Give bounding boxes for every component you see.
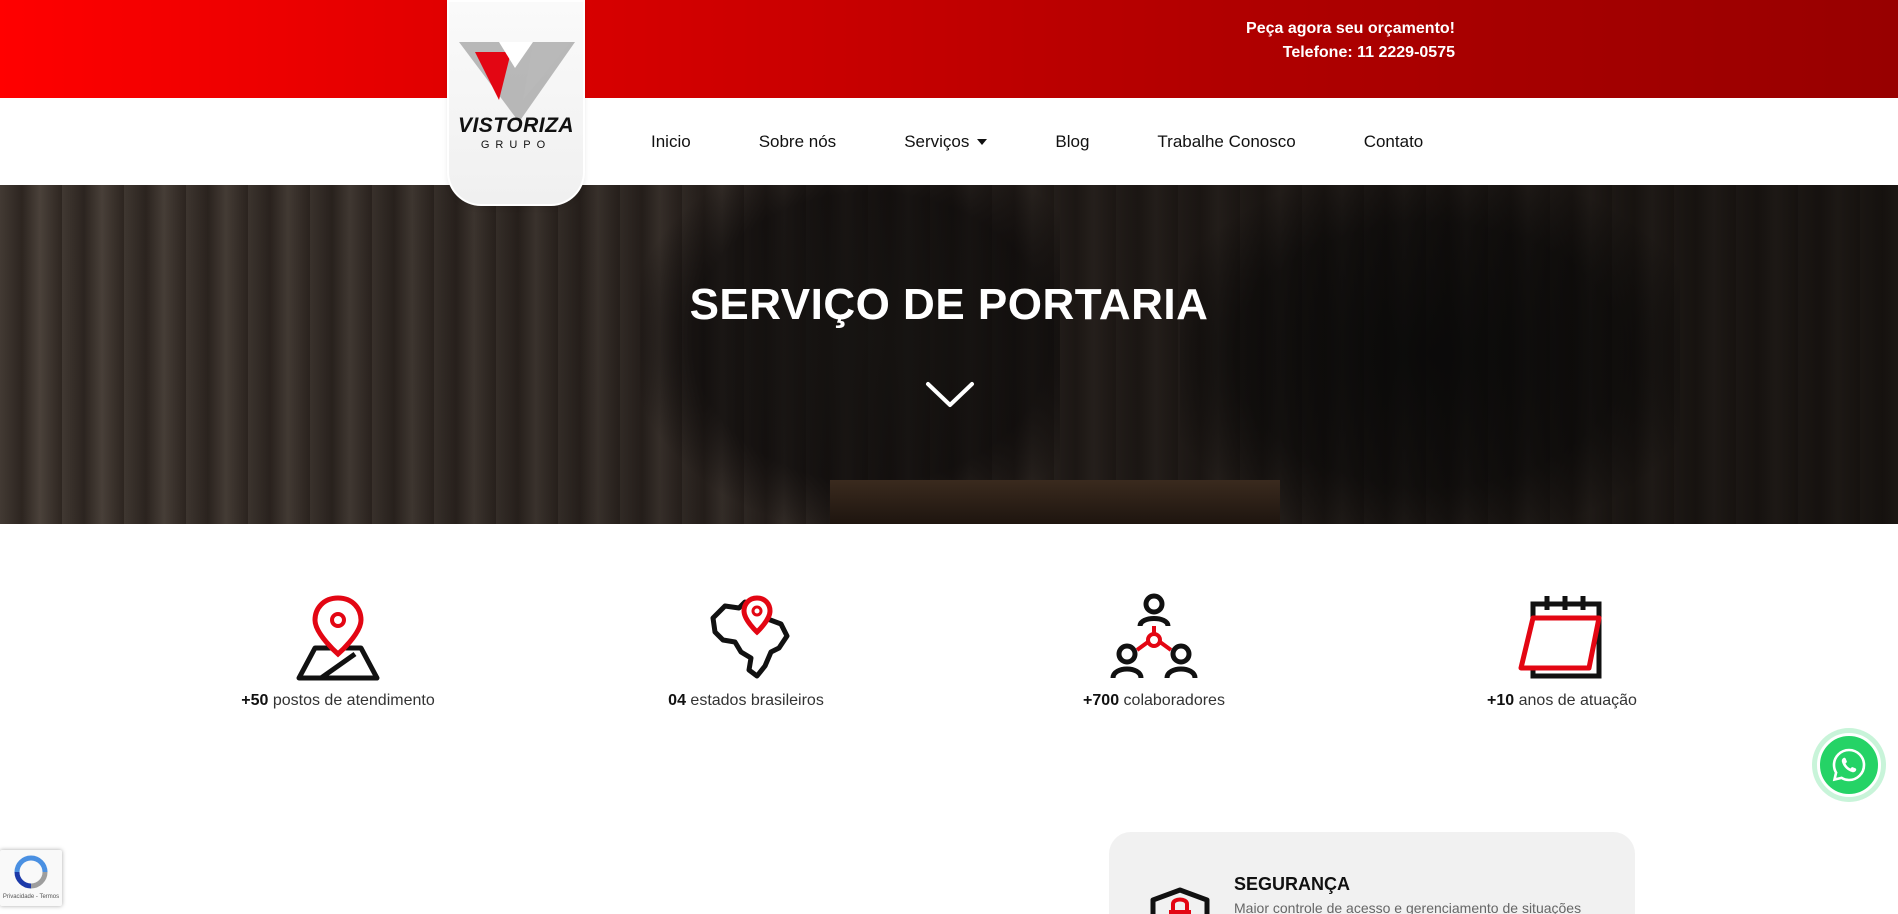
feature-card-seguranca: SEGURANÇA Maior controle de acesso e ger… [1109, 832, 1635, 914]
hero-counter [830, 480, 1280, 524]
quote-cta-line: Peça agora seu orçamento! [1246, 20, 1455, 37]
nav-item-label: Serviços [904, 131, 970, 151]
nav-item-inicio[interactable]: Inicio [651, 132, 691, 152]
nav-item-label: Sobre nós [758, 131, 837, 151]
nav-item-trabalhe-conosco[interactable]: Trabalhe Conosco [1157, 132, 1295, 152]
recaptcha-terms[interactable]: Privacidade - Termos [0, 894, 62, 900]
stat-label: anos de atuação [1514, 692, 1637, 709]
hero-figure [1180, 185, 1680, 524]
stat-text: 04 estados brasileiros [586, 692, 906, 710]
nav-item-servicos[interactable]: Serviços [904, 131, 988, 152]
stat-item: +700 colaboradores [994, 592, 1314, 710]
stat-item: 04 estados brasileiros [586, 592, 906, 710]
shield-lock-icon [1150, 887, 1210, 914]
map-pin-icon [296, 595, 380, 681]
stat-text: +10 anos de atuação [1402, 692, 1722, 710]
stat-item: +10 anos de atuação [1402, 592, 1722, 710]
page-title: SERVIÇO DE PORTARIA [689, 280, 1209, 329]
nav-item-label: Contato [1363, 131, 1424, 151]
feature-description: Maior controle de acesso e gerenciamento… [1234, 900, 1582, 914]
main-navbar: Inicio Sobre nós Serviços Blog Trabalhe … [0, 98, 1898, 185]
nav-item-sobre-nos[interactable]: Sobre nós [759, 132, 837, 152]
logo-wordmark: VISTORIZA [457, 114, 575, 137]
feature-title: SEGURANÇA [1234, 874, 1351, 894]
stat-label: colaboradores [1119, 692, 1225, 709]
hero-banner: SERVIÇO DE PORTARIA [0, 185, 1898, 524]
stat-label: postos de atendimento [268, 692, 435, 709]
stat-text: +50 postos de atendimento [178, 692, 498, 710]
quote-cta: Peça agora seu orçamento! Telefone: 11 2… [1246, 17, 1455, 65]
chevron-down-icon[interactable] [925, 380, 975, 410]
whatsapp-icon [1832, 748, 1866, 782]
phone-number[interactable]: Telefone: 11 2229-0575 [1246, 41, 1455, 65]
calendar-icon [1518, 596, 1602, 679]
top-bar: Peça agora seu orçamento! Telefone: 11 2… [0, 0, 1898, 98]
stat-value: +700 [1083, 692, 1120, 709]
caret-down-icon [977, 138, 988, 145]
recaptcha-icon [14, 855, 48, 889]
logo-subtitle: GRUPO [480, 139, 552, 151]
stat-value: 04 [668, 692, 686, 709]
people-network-icon [1110, 593, 1198, 679]
whatsapp-button-inner [1817, 733, 1881, 797]
hero-figure [640, 185, 1060, 524]
stat-label: estados brasileiros [685, 692, 824, 709]
nav-item-label: Inicio [651, 131, 691, 151]
site-logo[interactable]: VISTORIZA GRUPO [447, 0, 585, 206]
stats-section: +50 postos de atendimento 04 estados bra… [0, 524, 1898, 784]
logo-background: VISTORIZA GRUPO [449, 2, 583, 204]
nav-item-label: Trabalhe Conosco [1157, 131, 1296, 151]
nav-menu: Inicio Sobre nós Serviços Blog Trabalhe … [651, 98, 1491, 185]
stat-text: +700 colaboradores [994, 692, 1314, 710]
nav-item-contato[interactable]: Contato [1364, 132, 1424, 152]
logo-mark-icon [459, 42, 575, 122]
brazil-map-icon [710, 595, 790, 679]
nav-item-label: Blog [1055, 131, 1090, 151]
stat-item: +50 postos de atendimento [178, 592, 498, 710]
nav-item-blog[interactable]: Blog [1055, 132, 1089, 152]
stat-value: +10 [1487, 692, 1515, 709]
stat-value: +50 [241, 692, 269, 709]
whatsapp-button[interactable] [1812, 728, 1886, 802]
recaptcha-badge[interactable]: Privacidade - Termos [0, 850, 62, 906]
